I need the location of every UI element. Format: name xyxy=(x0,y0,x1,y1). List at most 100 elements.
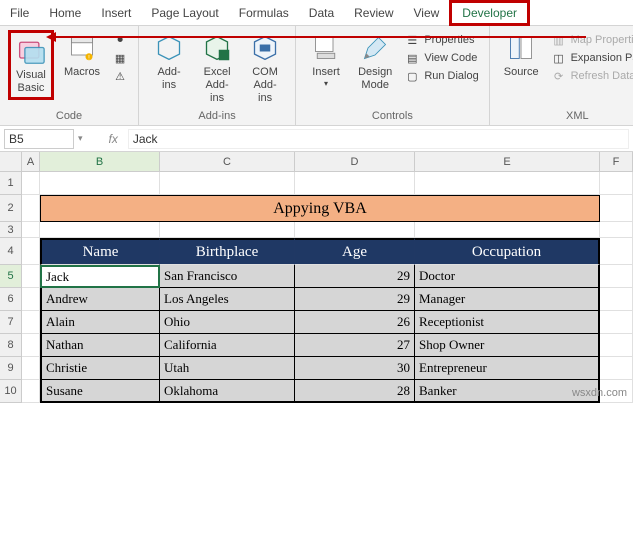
design-mode-button[interactable]: Design Mode xyxy=(352,30,398,94)
cell-a4[interactable] xyxy=(22,238,40,265)
header-birthplace[interactable]: Birthplace xyxy=(160,238,295,265)
cell-c5[interactable]: San Francisco xyxy=(160,265,295,288)
cell-c3[interactable] xyxy=(160,222,295,238)
cell-f2[interactable] xyxy=(600,195,633,222)
run-dialog-button[interactable]: ▢ Run Dialog xyxy=(404,68,478,84)
cell-c6[interactable]: Los Angeles xyxy=(160,288,295,311)
namebox-dropdown-icon[interactable]: ▾ xyxy=(78,133,83,144)
cell-b5[interactable]: Jack xyxy=(40,265,160,288)
cell-f7[interactable] xyxy=(600,311,633,334)
cell-d1[interactable] xyxy=(295,172,415,195)
tab-formulas[interactable]: Formulas xyxy=(229,0,299,26)
col-header-e[interactable]: E xyxy=(415,152,600,172)
tab-home[interactable]: Home xyxy=(39,0,91,26)
cell-a2[interactable] xyxy=(22,195,40,222)
refresh-data-button[interactable]: ⟳ Refresh Data xyxy=(551,68,633,84)
header-age[interactable]: Age xyxy=(295,238,415,265)
row-header-4[interactable]: 4 xyxy=(0,238,22,265)
row-header-10[interactable]: 10 xyxy=(0,380,22,403)
col-header-a[interactable]: A xyxy=(22,152,40,172)
select-all-corner[interactable] xyxy=(0,152,22,172)
col-header-c[interactable]: C xyxy=(160,152,295,172)
row-header-8[interactable]: 8 xyxy=(0,334,22,357)
expansion-packs-button[interactable]: ◫ Expansion Packs xyxy=(551,50,633,66)
tab-data[interactable]: Data xyxy=(299,0,344,26)
cell-e9[interactable]: Entrepreneur xyxy=(415,357,600,380)
insert-control-button[interactable]: Insert ▾ xyxy=(304,30,348,91)
cell-b10[interactable]: Susane xyxy=(40,380,160,403)
cell-b7[interactable]: Alain xyxy=(40,311,160,334)
row-header-6[interactable]: 6 xyxy=(0,288,22,311)
row-header-2[interactable]: 2 xyxy=(0,195,22,222)
cell-e6[interactable]: Manager xyxy=(415,288,600,311)
cell-e5[interactable]: Doctor xyxy=(415,265,600,288)
cell-c1[interactable] xyxy=(160,172,295,195)
cell-f6[interactable] xyxy=(600,288,633,311)
tab-page-layout[interactable]: Page Layout xyxy=(141,0,228,26)
col-header-b[interactable]: B xyxy=(40,152,160,172)
cell-b6[interactable]: Andrew xyxy=(40,288,160,311)
cell-d7[interactable]: 26 xyxy=(295,311,415,334)
cell-b3[interactable] xyxy=(40,222,160,238)
cell-f9[interactable] xyxy=(600,357,633,380)
cell-a7[interactable] xyxy=(22,311,40,334)
cell-a9[interactable] xyxy=(22,357,40,380)
header-occupation[interactable]: Occupation xyxy=(415,238,600,265)
cell-a5[interactable] xyxy=(22,265,40,288)
cell-b1[interactable] xyxy=(40,172,160,195)
cell-a1[interactable] xyxy=(22,172,40,195)
row-header-7[interactable]: 7 xyxy=(0,311,22,334)
cell-c9[interactable]: Utah xyxy=(160,357,295,380)
addins-button[interactable]: Add- ins xyxy=(147,30,191,94)
cell-e7[interactable]: Receptionist xyxy=(415,311,600,334)
name-box[interactable]: B5 xyxy=(4,129,74,149)
cell-e3[interactable] xyxy=(415,222,600,238)
cell-a10[interactable] xyxy=(22,380,40,403)
cell-e1[interactable] xyxy=(415,172,600,195)
com-addins-button[interactable]: COM Add-ins xyxy=(243,30,287,108)
macro-security-button[interactable]: ⚠ xyxy=(112,68,128,84)
tab-view[interactable]: View xyxy=(404,0,450,26)
title-cell[interactable]: Appying VBA xyxy=(40,195,600,222)
tab-insert[interactable]: Insert xyxy=(91,0,141,26)
cell-c10[interactable]: Oklahoma xyxy=(160,380,295,403)
row-header-1[interactable]: 1 xyxy=(0,172,22,195)
row-header-9[interactable]: 9 xyxy=(0,357,22,380)
cell-f5[interactable] xyxy=(600,265,633,288)
cell-e8[interactable]: Shop Owner xyxy=(415,334,600,357)
cell-d6[interactable]: 29 xyxy=(295,288,415,311)
cell-d5[interactable]: 29 xyxy=(295,265,415,288)
row-header-5[interactable]: 5 xyxy=(0,265,22,288)
cell-b9[interactable]: Christie xyxy=(40,357,160,380)
cell-d8[interactable]: 27 xyxy=(295,334,415,357)
record-macro-button[interactable]: ⏺ xyxy=(112,32,128,48)
cell-f8[interactable] xyxy=(600,334,633,357)
view-code-button[interactable]: ▤ View Code xyxy=(404,50,478,66)
tab-file[interactable]: File xyxy=(0,0,39,26)
excel-addins-button[interactable]: Excel Add-ins xyxy=(195,30,239,108)
header-name[interactable]: Name xyxy=(40,238,160,265)
cell-f1[interactable] xyxy=(600,172,633,195)
cell-d10[interactable]: 28 xyxy=(295,380,415,403)
col-header-f[interactable]: F xyxy=(600,152,633,172)
cell-f3[interactable] xyxy=(600,222,633,238)
map-properties-button[interactable]: ▥ Map Properties xyxy=(551,32,633,48)
row-header-3[interactable]: 3 xyxy=(0,222,22,238)
tab-developer[interactable]: Developer xyxy=(449,0,530,26)
cell-a3[interactable] xyxy=(22,222,40,238)
tab-review[interactable]: Review xyxy=(344,0,403,26)
col-header-d[interactable]: D xyxy=(295,152,415,172)
relative-refs-button[interactable]: ▦ xyxy=(112,50,128,66)
fx-icon[interactable]: fx xyxy=(103,132,124,146)
cell-d9[interactable]: 30 xyxy=(295,357,415,380)
cell-c7[interactable]: Ohio xyxy=(160,311,295,334)
cell-b8[interactable]: Nathan xyxy=(40,334,160,357)
cell-a6[interactable] xyxy=(22,288,40,311)
formula-input[interactable]: Jack xyxy=(128,129,629,149)
cell-c8[interactable]: California xyxy=(160,334,295,357)
group-label-code: Code xyxy=(56,110,82,124)
cell-a8[interactable] xyxy=(22,334,40,357)
cell-f4[interactable] xyxy=(600,238,633,265)
properties-button[interactable]: ☰ Properties xyxy=(404,32,478,48)
cell-d3[interactable] xyxy=(295,222,415,238)
